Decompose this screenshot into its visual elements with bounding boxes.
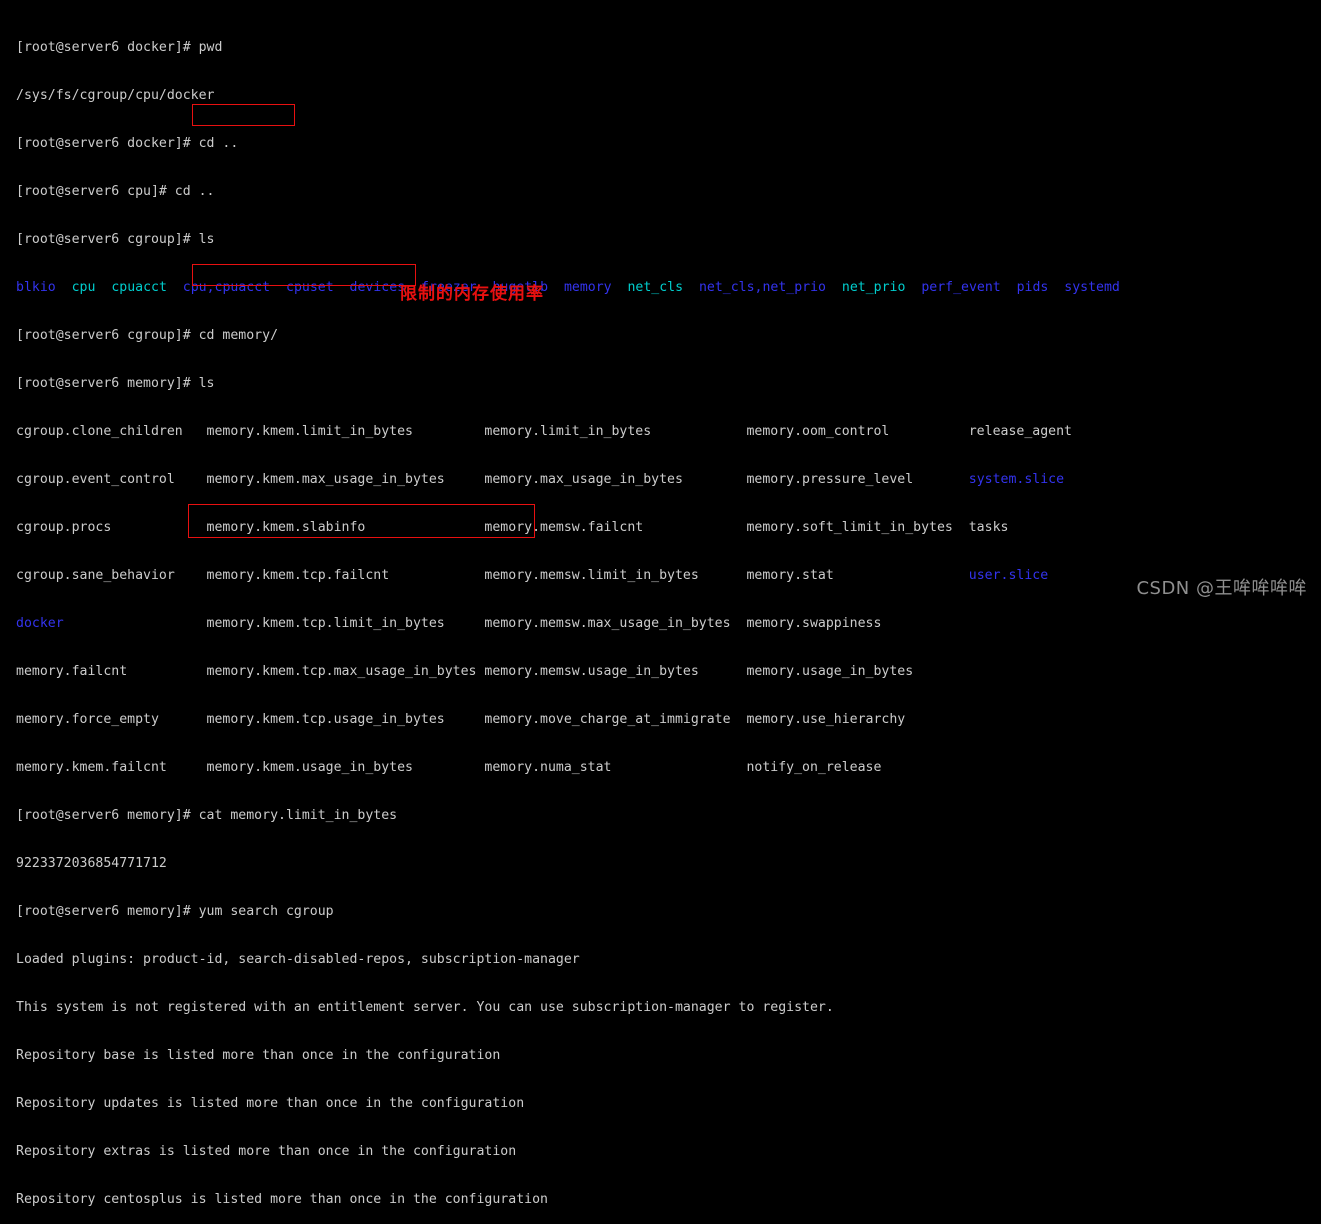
terminal-line-cgroup-listing: blkio cpu cpuacct cpu,cpuacct cpuset dev… bbox=[16, 280, 1321, 296]
terminal-text-span: [root@server6 memory]# cat memory.limit_… bbox=[16, 808, 398, 823]
terminal-text-span: cgroup.procs memory.kmem.slabinfo memory… bbox=[16, 520, 1009, 535]
terminal-text-span: cgroup.clone_children memory.kmem.limit_… bbox=[16, 424, 1072, 439]
terminal-text-span bbox=[95, 280, 111, 295]
terminal-line-limit-value: 9223372036854771712 bbox=[16, 856, 1321, 872]
terminal-line: memory.failcnt memory.kmem.tcp.max_usage… bbox=[16, 664, 1321, 680]
terminal-line: Repository base is listed more than once… bbox=[16, 1048, 1321, 1064]
terminal-text-span: [root@server6 docker]# pwd bbox=[16, 40, 223, 55]
csdn-watermark: CSDN @王哞哞哞哞 bbox=[1136, 578, 1307, 599]
terminal-line-cd-memory: [root@server6 cgroup]# cd memory/ bbox=[16, 328, 1321, 344]
terminal-text-span: memory.force_empty memory.kmem.tcp.usage… bbox=[16, 712, 906, 727]
terminal-text-span: Repository base is listed more than once… bbox=[16, 1048, 501, 1063]
terminal-line: [root@server6 cgroup]# ls bbox=[16, 232, 1321, 248]
terminal-window[interactable]: [root@server6 docker]# pwd /sys/fs/cgrou… bbox=[0, 0, 1321, 1207]
terminal-text-span: net_prio bbox=[841, 280, 906, 295]
terminal-text-span bbox=[548, 280, 564, 295]
terminal-text-span: [root@server6 docker]# cd .. bbox=[16, 136, 239, 151]
terminal-text-span: Repository updates is listed more than o… bbox=[16, 1096, 525, 1111]
terminal-text-span: [root@server6 cgroup]# cd memory/ bbox=[16, 328, 279, 343]
terminal-text-span: memory.failcnt memory.kmem.tcp.max_usage… bbox=[16, 664, 914, 679]
terminal-line: Repository extras is listed more than on… bbox=[16, 1144, 1321, 1160]
terminal-line: cgroup.sane_behavior memory.kmem.tcp.fai… bbox=[16, 568, 1321, 584]
terminal-text-span: docker bbox=[16, 616, 64, 631]
terminal-line: This system is not registered with an en… bbox=[16, 1000, 1321, 1016]
terminal-line: Repository centosplus is listed more tha… bbox=[16, 1192, 1321, 1208]
terminal-text-span bbox=[683, 280, 699, 295]
terminal-text-span: 9223372036854771712 bbox=[16, 856, 167, 871]
terminal-text-span: [root@server6 cgroup]# ls bbox=[16, 232, 215, 247]
terminal-text-span: cpuset bbox=[286, 280, 334, 295]
terminal-text-span bbox=[1001, 280, 1017, 295]
terminal-text-span bbox=[826, 280, 842, 295]
terminal-text-span: This system is not registered with an en… bbox=[16, 1000, 834, 1015]
terminal-text-span: system.slice bbox=[968, 472, 1065, 487]
terminal-text-span: cgroup.sane_behavior memory.kmem.tcp.fai… bbox=[16, 568, 969, 583]
terminal-line: [root@server6 docker]# pwd bbox=[16, 40, 1321, 56]
terminal-text-span bbox=[905, 280, 921, 295]
terminal-line: cgroup.event_control memory.kmem.max_usa… bbox=[16, 472, 1321, 488]
terminal-text-span: devices bbox=[349, 280, 406, 295]
terminal-text-span: memory bbox=[563, 280, 612, 295]
terminal-text-span: blkio bbox=[16, 280, 56, 295]
terminal-line: memory.kmem.failcnt memory.kmem.usage_in… bbox=[16, 760, 1321, 776]
terminal-text-span: perf_event bbox=[921, 280, 1001, 295]
terminal-text-span: Repository centosplus is listed more tha… bbox=[16, 1192, 548, 1207]
terminal-text-span: Repository extras is listed more than on… bbox=[16, 1144, 517, 1159]
terminal-text-span: memory.kmem.tcp.limit_in_bytes memory.me… bbox=[63, 616, 882, 631]
terminal-text-span: net_cls,net_prio bbox=[698, 280, 826, 295]
terminal-text-span: cpuacct bbox=[111, 280, 167, 295]
terminal-line: docker memory.kmem.tcp.limit_in_bytes me… bbox=[16, 616, 1321, 632]
terminal-text-span: cpu,cpuacct bbox=[182, 280, 271, 295]
terminal-text-span: [root@server6 cpu]# cd .. bbox=[16, 184, 215, 199]
terminal-line: /sys/fs/cgroup/cpu/docker bbox=[16, 88, 1321, 104]
terminal-text-span: user.slice bbox=[968, 568, 1049, 583]
terminal-text-span: systemd bbox=[1064, 280, 1120, 295]
terminal-line-yum-search: [root@server6 memory]# yum search cgroup bbox=[16, 904, 1321, 920]
terminal-text-span bbox=[167, 280, 183, 295]
terminal-line: Repository updates is listed more than o… bbox=[16, 1096, 1321, 1112]
terminal-text-span: net_cls bbox=[627, 280, 684, 295]
terminal-line-cat-limit: [root@server6 memory]# cat memory.limit_… bbox=[16, 808, 1321, 824]
terminal-text-span: [root@server6 memory]# yum search cgroup bbox=[16, 904, 334, 919]
terminal-text-span: [root@server6 memory]# ls bbox=[16, 376, 215, 391]
terminal-text-span: /sys/fs/cgroup/cpu/docker bbox=[16, 88, 215, 103]
terminal-text-span: Loaded plugins: product-id, search-disab… bbox=[16, 952, 580, 967]
terminal-line: [root@server6 cpu]# cd .. bbox=[16, 184, 1321, 200]
terminal-text-span bbox=[1048, 280, 1064, 295]
terminal-text-span: cpu bbox=[71, 280, 96, 295]
terminal-text-span bbox=[56, 280, 72, 295]
terminal-text-span bbox=[612, 280, 628, 295]
terminal-text-span bbox=[334, 280, 350, 295]
terminal-line: [root@server6 memory]# ls bbox=[16, 376, 1321, 392]
terminal-line: cgroup.clone_children memory.kmem.limit_… bbox=[16, 424, 1321, 440]
annotation-chinese-note: 限制的内存使用率 bbox=[400, 284, 544, 304]
terminal-text-span: pids bbox=[1016, 280, 1049, 295]
terminal-text-span: memory.kmem.failcnt memory.kmem.usage_in… bbox=[16, 760, 882, 775]
terminal-line: [root@server6 docker]# cd .. bbox=[16, 136, 1321, 152]
terminal-text-span: cgroup.event_control memory.kmem.max_usa… bbox=[16, 472, 969, 487]
terminal-line: Loaded plugins: product-id, search-disab… bbox=[16, 952, 1321, 968]
terminal-line: memory.force_empty memory.kmem.tcp.usage… bbox=[16, 712, 1321, 728]
terminal-text-span bbox=[270, 280, 286, 295]
terminal-line: cgroup.procs memory.kmem.slabinfo memory… bbox=[16, 520, 1321, 536]
